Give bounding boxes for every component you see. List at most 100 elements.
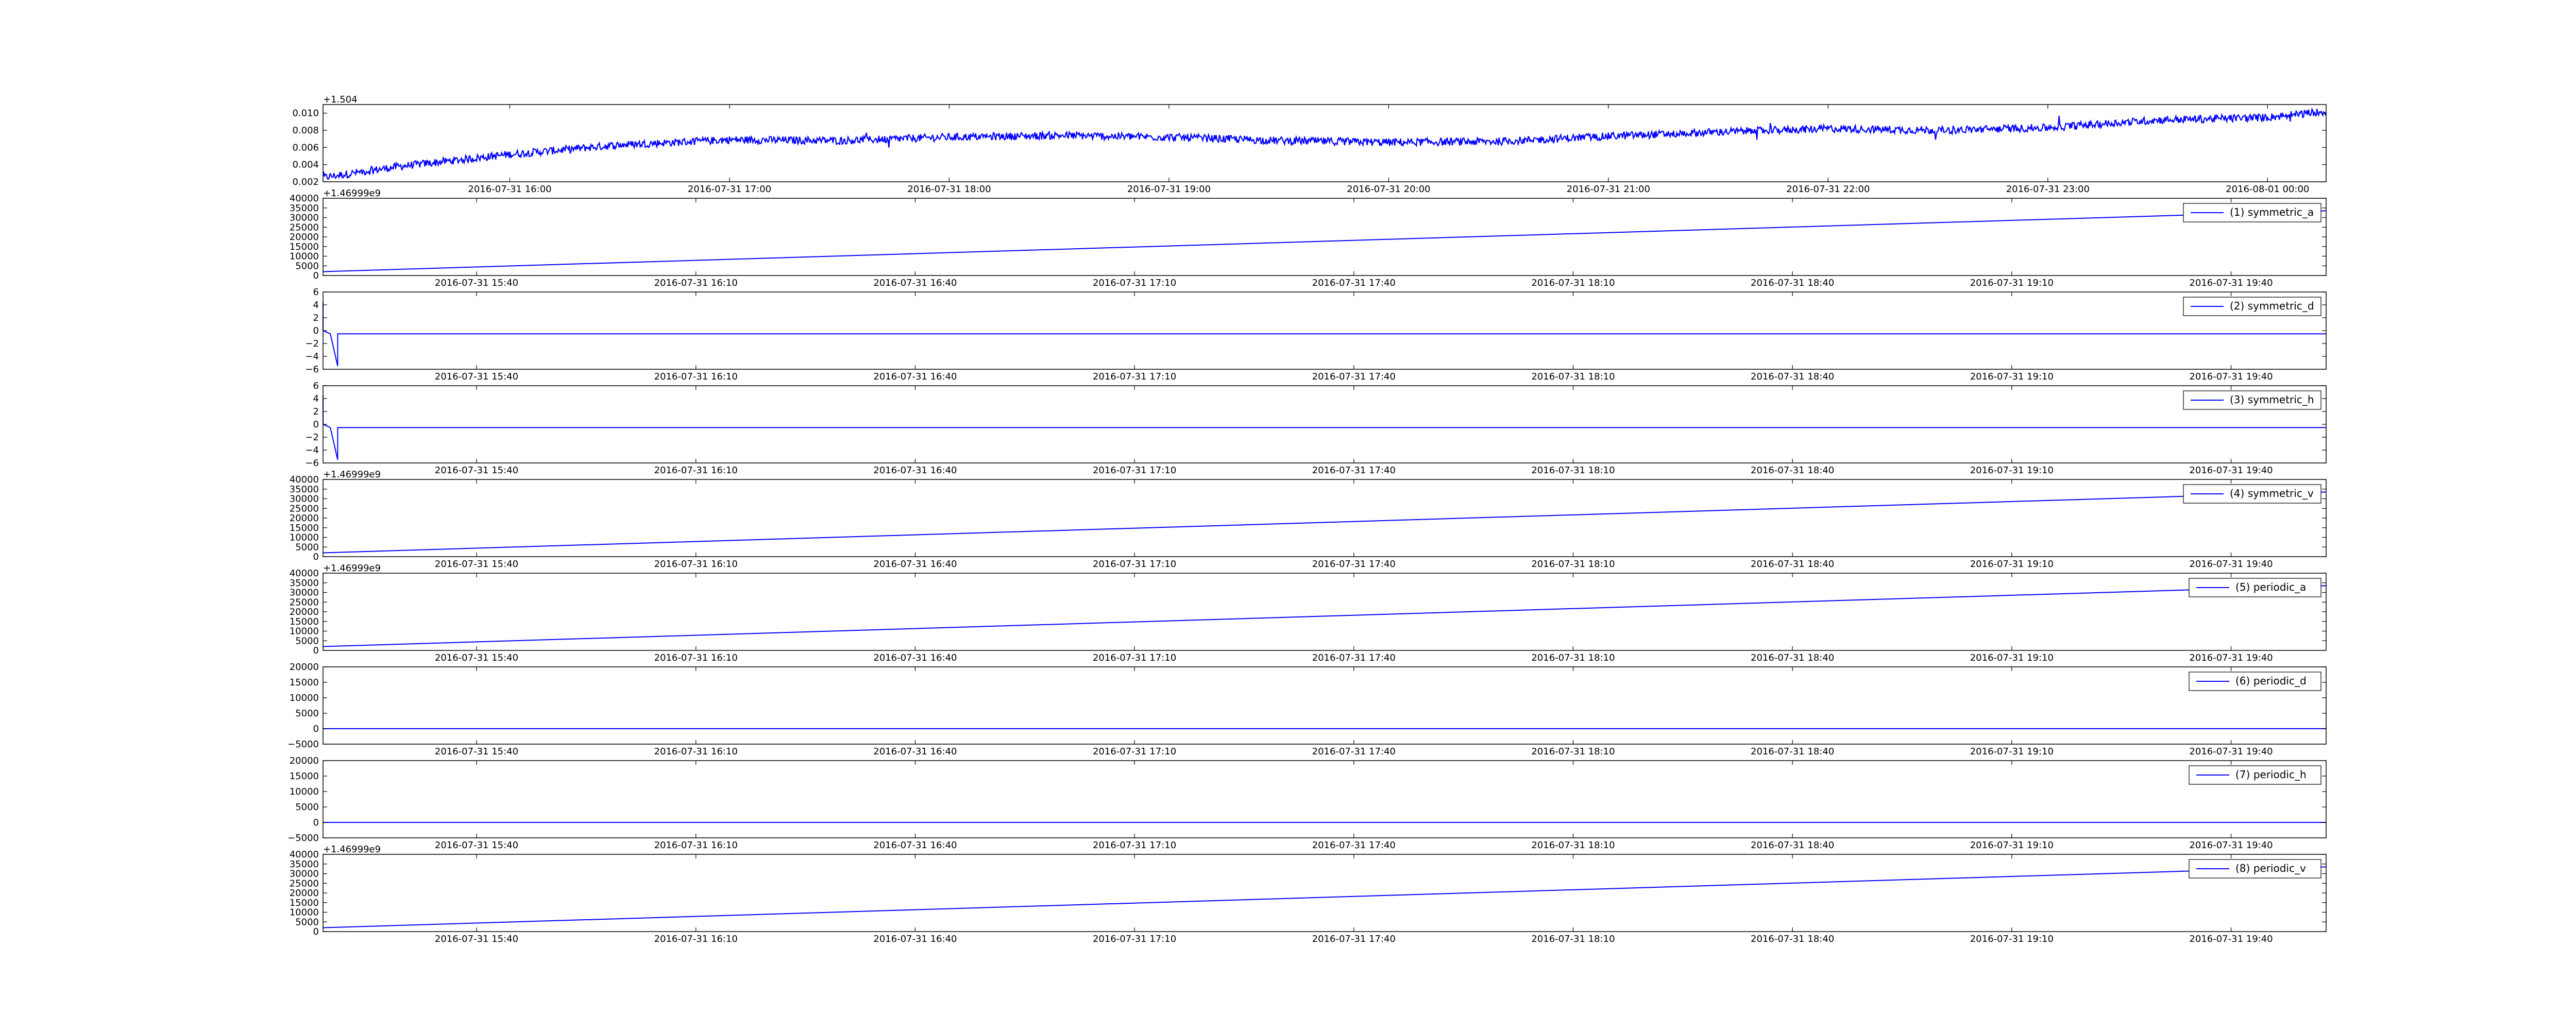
x-tick-label: 2016-07-31 17:40 <box>1312 559 1396 570</box>
x-tick-label: 2016-07-31 17:10 <box>1093 559 1176 570</box>
x-tick-label: 2016-07-31 17:40 <box>1312 465 1396 476</box>
x-tick-label: 2016-07-31 15:40 <box>435 559 518 570</box>
y-tick-label: 15000 <box>290 616 319 627</box>
y-tick-label: 10000 <box>290 532 319 543</box>
x-tick-label: 2016-07-31 17:40 <box>1312 746 1396 757</box>
x-tick-label: 2016-07-31 15:40 <box>435 465 518 476</box>
x-tick-label: 2016-07-31 18:40 <box>1751 559 1834 570</box>
x-tick-label: 2016-07-31 19:10 <box>1970 652 2054 663</box>
axes-frame <box>323 854 2327 932</box>
y-tick-label: 4 <box>313 300 319 311</box>
x-tick-label: 2016-07-31 18:10 <box>1531 934 1615 944</box>
y-tick-label: 30000 <box>290 213 319 223</box>
y-tick-label: −4 <box>305 351 319 362</box>
subplot-7: 2016-07-31 15:40 2016-07-31 16:10 2016-07-… <box>287 662 2327 757</box>
x-tick-label: 2016-07-31 18:10 <box>1531 559 1615 570</box>
x-tick-label: 2016-07-31 17:10 <box>1093 278 1176 288</box>
x-tick-label: 2016-07-31 18:10 <box>1531 840 1615 851</box>
x-tick-label: 2016-07-31 19:40 <box>2189 371 2273 382</box>
subplot-9: 2016-07-31 15:40 2016-07-31 16:10 2016-07-… <box>290 844 2327 944</box>
y-tick-label: 0 <box>313 817 319 828</box>
axes-frame <box>323 479 2327 557</box>
x-tick-label: 2016-07-31 16:10 <box>654 278 738 288</box>
y-tick-label: 30000 <box>290 494 319 505</box>
offset-label: +1.46999e9 <box>323 188 381 199</box>
y-tick-label: 40000 <box>290 474 319 485</box>
axes-frame <box>323 198 2327 276</box>
series-line <box>323 301 2326 367</box>
legend: (5) periodic_a <box>2189 578 2321 597</box>
legend: (4) symmetric_v <box>2183 484 2321 504</box>
legend: (7) periodic_h <box>2189 765 2321 785</box>
y-tick-label: 5000 <box>295 261 319 271</box>
legend-label: (3) symmetric_h <box>2230 393 2314 406</box>
series-line <box>323 395 2326 460</box>
x-tick-label: 2016-07-31 17:10 <box>1093 371 1176 382</box>
series-line <box>323 491 2327 554</box>
y-tick-label: 20000 <box>290 607 319 617</box>
x-tick-label: 2016-07-31 18:10 <box>1531 465 1615 476</box>
x-tick-label: 2016-07-31 16:40 <box>873 371 957 382</box>
x-tick-label: 2016-08-01 00:00 <box>2226 184 2309 195</box>
x-tick-label: 2016-07-31 16:10 <box>654 840 738 851</box>
y-tick-label: 0.010 <box>292 108 319 119</box>
y-tick-label: 2 <box>313 406 319 417</box>
y-tick-label: 6 <box>313 381 319 391</box>
x-tick-label: 2016-07-31 16:10 <box>654 559 738 570</box>
subplot-8: 2016-07-31 15:40 2016-07-31 16:10 2016-07-… <box>287 755 2327 851</box>
x-tick-label: 2016-07-31 15:40 <box>435 746 518 757</box>
offset-label: +1.46999e9 <box>323 469 381 480</box>
x-tick-label: 2016-07-31 19:00 <box>1127 184 1211 195</box>
axes-frame <box>323 666 2327 745</box>
legend: (1) symmetric_a <box>2183 203 2321 222</box>
y-tick-label: −6 <box>305 364 319 375</box>
y-tick-label: 20000 <box>290 513 319 524</box>
subplot-2: 2016-07-31 15:40 2016-07-31 16:10 2016-07-… <box>290 188 2327 288</box>
legend: (6) periodic_d <box>2189 672 2321 691</box>
y-tick-label: 0.002 <box>292 177 319 187</box>
y-tick-label: 10000 <box>290 626 319 637</box>
x-tick-label: 2016-07-31 15:40 <box>435 652 518 663</box>
offset-label: +1.504 <box>323 94 358 105</box>
x-tick-label: 2016-07-31 21:00 <box>1567 184 1650 195</box>
x-tick-label: 2016-07-31 18:10 <box>1531 371 1615 382</box>
y-tick-label: 2 <box>313 313 319 323</box>
y-tick-label: 15000 <box>290 523 319 534</box>
x-tick-label: 2016-07-31 16:10 <box>654 371 738 382</box>
x-tick-label: 2016-07-31 18:40 <box>1751 371 1834 382</box>
y-tick-label: 30000 <box>290 588 319 598</box>
y-tick-label: −4 <box>305 445 319 456</box>
y-tick-label: 10000 <box>290 693 319 703</box>
x-tick-label: 2016-07-31 19:40 <box>2189 465 2273 476</box>
x-tick-label: 2016-07-31 17:10 <box>1093 746 1176 757</box>
x-tick-label: 2016-07-31 19:40 <box>2189 934 2273 944</box>
series-line <box>323 585 2327 647</box>
y-tick-label: 30000 <box>290 869 319 880</box>
y-tick-label: 20000 <box>290 888 319 899</box>
x-tick-label: 2016-07-31 16:10 <box>654 746 738 757</box>
y-tick-label: −2 <box>305 432 319 443</box>
x-tick-label: 2016-07-31 20:00 <box>1347 184 1430 195</box>
x-tick-label: 2016-07-31 19:10 <box>1970 371 2054 382</box>
offset-label: +1.46999e9 <box>323 844 381 855</box>
x-tick-label: 2016-07-31 18:40 <box>1751 934 1834 944</box>
y-tick-label: 10000 <box>290 251 319 262</box>
x-tick-label: 2016-07-31 17:40 <box>1312 371 1396 382</box>
x-tick-label: 2016-07-31 19:40 <box>2189 746 2273 757</box>
legend-label: (8) periodic_v <box>2235 862 2306 874</box>
y-tick-label: 5000 <box>295 635 319 646</box>
y-tick-label: 35000 <box>290 203 319 214</box>
subplot-1: 2016-07-31 16:00 2016-07-31 17:00 2016-07-… <box>292 94 2327 195</box>
x-tick-label: 2016-07-31 16:10 <box>654 934 738 944</box>
y-tick-label: 4 <box>313 393 319 404</box>
y-tick-label: 25000 <box>290 597 319 608</box>
series-line <box>322 108 2327 180</box>
y-tick-label: −2 <box>305 338 319 349</box>
y-tick-label: 0.004 <box>292 160 319 170</box>
x-tick-label: 2016-07-31 18:40 <box>1751 278 1834 288</box>
y-tick-label: 5000 <box>295 542 319 553</box>
y-tick-label: 20000 <box>290 755 319 766</box>
series-line <box>323 866 2327 928</box>
y-tick-label: 15000 <box>290 677 319 688</box>
x-tick-label: 2016-07-31 16:40 <box>873 559 957 570</box>
